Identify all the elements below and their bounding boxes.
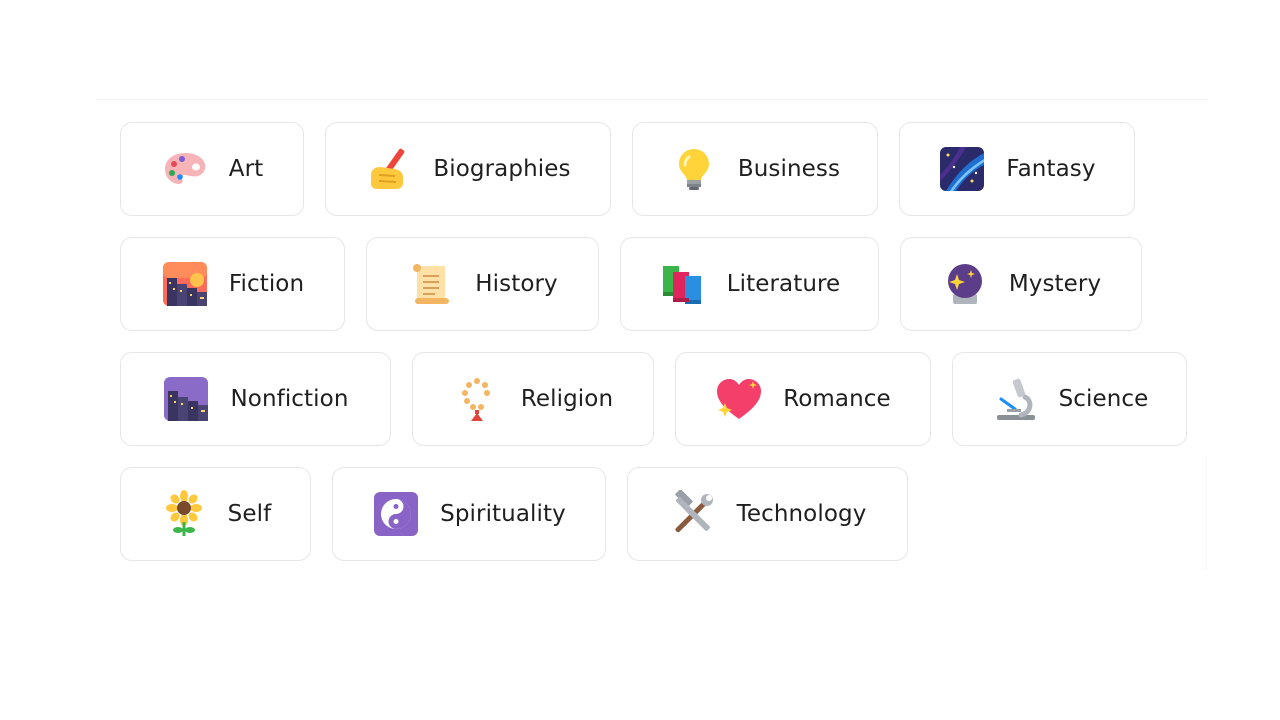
category-chip-art[interactable]: Art <box>120 122 304 216</box>
category-row: Nonfiction Religion Romance Science <box>120 352 1210 446</box>
artist-palette-icon <box>164 153 205 184</box>
category-chip-spirituality[interactable]: Spirituality <box>332 467 606 561</box>
milky-way-icon <box>940 147 985 191</box>
prayer-beads-icon <box>461 378 490 421</box>
category-chip-science[interactable]: Science <box>952 352 1187 446</box>
category-label: Nonfiction <box>230 386 349 412</box>
yin-yang-icon <box>374 492 419 536</box>
writing-hand-icon <box>371 148 405 189</box>
category-label: Romance <box>783 386 891 412</box>
category-chip-technology[interactable]: Technology <box>627 467 908 561</box>
category-label: Science <box>1058 386 1149 412</box>
category-chip-self[interactable]: Self <box>120 467 311 561</box>
category-chip-religion[interactable]: Religion <box>412 352 654 446</box>
sunflower-icon <box>165 490 202 536</box>
category-row: Fiction History Literature Mystery <box>120 237 1210 331</box>
category-label: Fiction <box>228 271 305 297</box>
scroll-icon <box>413 264 450 304</box>
category-chip-nonfiction[interactable]: Nonfiction <box>120 352 391 446</box>
category-chip-literature[interactable]: Literature <box>620 237 879 331</box>
category-label: Spirituality <box>440 501 566 527</box>
crystal-ball-icon <box>947 264 982 304</box>
hammer-and-wrench-icon <box>674 490 713 533</box>
category-label: Mystery <box>1008 271 1102 297</box>
category-label: Technology <box>736 501 867 527</box>
category-chip-mystery[interactable]: Mystery <box>900 237 1142 331</box>
city-sunset-icon <box>162 262 207 306</box>
category-label: History <box>475 271 558 297</box>
light-bulb-icon <box>678 149 709 190</box>
category-chip-history[interactable]: History <box>366 237 599 331</box>
microscope-icon <box>996 378 1035 420</box>
category-chip-fantasy[interactable]: Fantasy <box>899 122 1135 216</box>
category-chip-romance[interactable]: Romance <box>675 352 931 446</box>
sparkling-heart-icon <box>717 379 762 419</box>
category-chip-biographies[interactable]: Biographies <box>325 122 611 216</box>
cityscape-dusk-icon <box>164 377 209 421</box>
books-icon <box>662 266 701 304</box>
category-label: Fantasy <box>1006 156 1096 182</box>
category-label: Religion <box>520 386 614 412</box>
category-row: Art Biographies Business Fantasy <box>120 122 1210 216</box>
category-label: Business <box>737 156 841 182</box>
category-grid: Art Biographies Business Fantasy Fiction… <box>120 122 1210 582</box>
header-divider <box>96 99 1208 100</box>
category-row: Self Spirituality Technology <box>120 467 1210 561</box>
category-label: Self <box>227 501 272 527</box>
category-label: Art <box>228 156 264 182</box>
category-label: Biographies <box>433 156 571 182</box>
category-chip-business[interactable]: Business <box>632 122 878 216</box>
category-label: Literature <box>726 271 841 297</box>
category-chip-fiction[interactable]: Fiction <box>120 237 345 331</box>
